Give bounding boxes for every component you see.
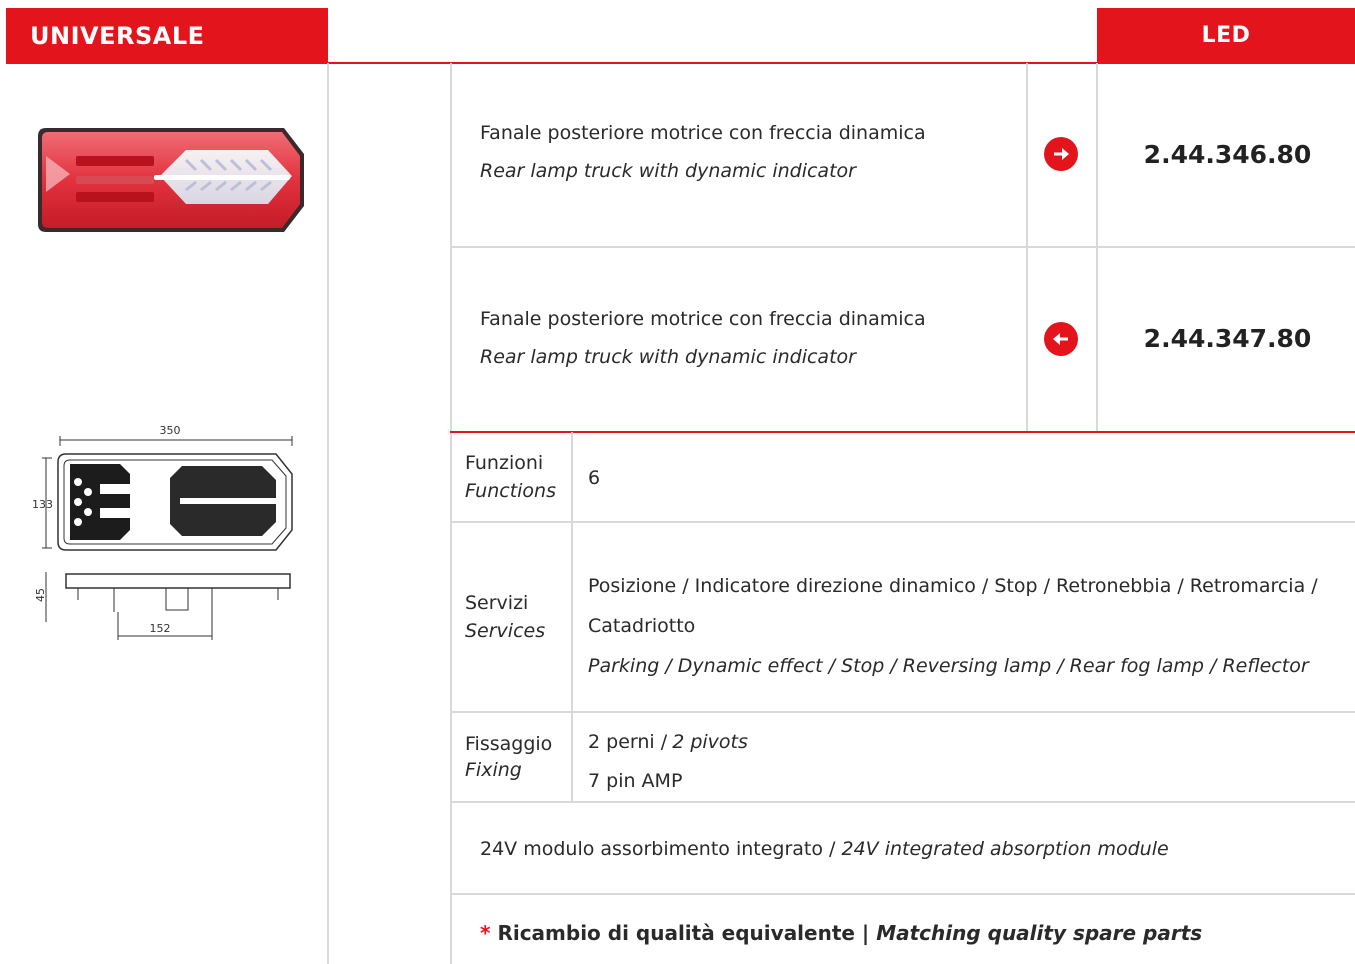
functions-value: 6: [588, 467, 601, 489]
services-label: Servizi Services: [465, 592, 546, 642]
technology-tab: LED: [1097, 8, 1355, 63]
specs-rule: [450, 431, 1355, 433]
row-divider: [450, 521, 1355, 523]
category-label: UNIVERSALE: [30, 22, 205, 50]
description-english: Rear lamp truck with dynamic indicator: [480, 346, 856, 368]
width-dimension: 350: [160, 424, 181, 437]
functions-label: Funzioni Functions: [465, 452, 556, 502]
arrow-right-icon: [1044, 137, 1078, 171]
row-divider: [450, 893, 1355, 895]
header-rule: [6, 62, 1355, 64]
row-divider: [450, 801, 1355, 803]
description-english: Rear lamp truck with dynamic indicator: [480, 160, 856, 182]
row-divider: [450, 246, 1355, 248]
description-italian: Fanale posteriore motrice con freccia di…: [480, 122, 926, 144]
category-tab: UNIVERSALE: [6, 8, 328, 63]
depth-dimension: 45: [34, 588, 47, 602]
product-code: 2.44.347.80: [1143, 324, 1312, 353]
fixing-label: Fissaggio Fixing: [465, 733, 553, 781]
pin-spacing-dimension: 152: [150, 622, 171, 635]
technical-drawing: 350 133 45 152: [30, 422, 300, 642]
fixing-value: 2 perni / 2 pivots 7 pin AMP: [588, 731, 748, 792]
arrow-left-icon: [1044, 322, 1078, 356]
column-divider: [327, 63, 329, 964]
asterisk: *: [480, 921, 491, 945]
module-note: 24V modulo assorbimento integrato / 24V …: [480, 838, 1169, 860]
services-value: Posizione / Indicatore direzione dinamic…: [588, 575, 1318, 677]
product-description: Fanale posteriore motrice con freccia di…: [480, 308, 1020, 368]
height-dimension: 133: [32, 498, 53, 511]
technology-label: LED: [1201, 23, 1251, 48]
spec-label-divider: [571, 432, 573, 802]
description-italian: Fanale posteriore motrice con freccia di…: [480, 308, 926, 330]
quality-footer: * Ricambio di qualità equivalente | Matc…: [480, 921, 1203, 945]
product-code: 2.44.346.80: [1143, 140, 1312, 169]
row-divider: [450, 711, 1355, 713]
product-photo: [36, 126, 306, 234]
content-left-border: [450, 63, 452, 964]
product-description: Fanale posteriore motrice con freccia di…: [480, 122, 1020, 182]
